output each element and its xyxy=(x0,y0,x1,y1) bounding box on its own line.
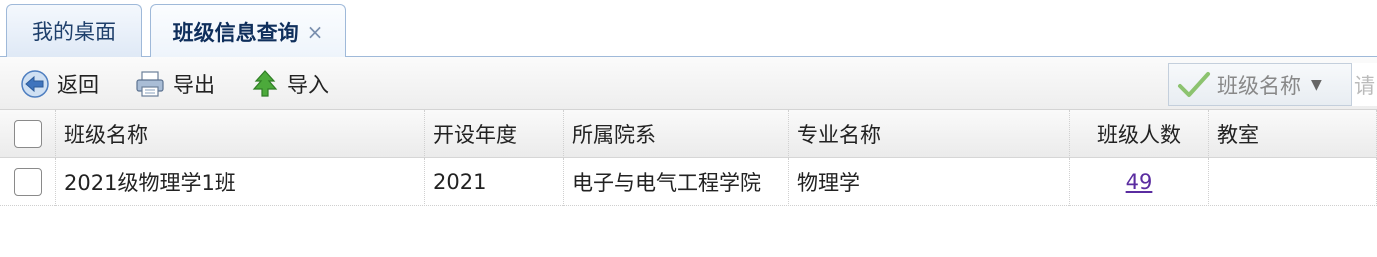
column-header-department[interactable]: 所属院系 xyxy=(564,110,789,158)
student-count-link[interactable]: 49 xyxy=(1126,170,1153,194)
cell-count: 49 xyxy=(1070,158,1209,206)
import-button[interactable]: 导入 xyxy=(250,57,329,110)
tree-import-icon xyxy=(252,69,278,97)
table-header-row: 班级名称 开设年度 所属院系 专业名称 班级人数 教室 xyxy=(0,110,1377,158)
class-table: 班级名称 开设年度 所属院系 专业名称 班级人数 教室 2021级物理学1班 2… xyxy=(0,110,1377,206)
row-select-cell xyxy=(0,158,56,206)
tab-label: 班级信息查询 xyxy=(172,20,299,45)
filter-label: 班级名称 xyxy=(1217,73,1301,98)
tab-bar: 我的桌面 班级信息查询 × xyxy=(0,0,1377,58)
export-label: 导出 xyxy=(173,72,215,97)
column-header-count[interactable]: 班级人数 xyxy=(1070,110,1209,158)
printer-icon xyxy=(136,70,164,97)
row-checkbox[interactable] xyxy=(13,168,42,196)
column-header-class-name[interactable]: 班级名称 xyxy=(56,110,425,158)
search-input[interactable]: 请 xyxy=(1352,63,1377,106)
toolbar: 返回 导出 导入 班级名称 ▼ 请 xyxy=(0,57,1377,110)
cell-department: 电子与电气工程学院 xyxy=(564,158,789,206)
filter-field-select[interactable]: 班级名称 ▼ xyxy=(1168,63,1352,106)
cell-room xyxy=(1209,158,1377,206)
chevron-down-icon: ▼ xyxy=(1311,76,1322,93)
table-row[interactable]: 2021级物理学1班 2021 电子与电气工程学院 物理学 49 xyxy=(0,158,1377,206)
arrow-left-icon xyxy=(21,69,49,98)
export-button[interactable]: 导出 xyxy=(134,57,215,110)
back-button[interactable]: 返回 xyxy=(20,57,99,110)
column-header-room[interactable]: 教室 xyxy=(1209,110,1377,158)
tab-class-info-query[interactable]: 班级信息查询 × xyxy=(150,4,346,58)
select-all-cell xyxy=(0,110,56,158)
column-header-year[interactable]: 开设年度 xyxy=(425,110,564,158)
import-label: 导入 xyxy=(287,72,329,97)
cell-year: 2021 xyxy=(425,158,564,206)
back-label: 返回 xyxy=(57,72,99,97)
checkmark-icon xyxy=(1178,71,1210,97)
column-header-major[interactable]: 专业名称 xyxy=(789,110,1070,158)
close-icon[interactable]: × xyxy=(307,20,324,44)
cell-class-name: 2021级物理学1班 xyxy=(56,158,425,206)
cell-major: 物理学 xyxy=(789,158,1070,206)
select-all-checkbox[interactable] xyxy=(13,120,42,148)
tab-label: 我的桌面 xyxy=(32,20,116,44)
tab-my-desktop[interactable]: 我的桌面 xyxy=(6,4,142,57)
